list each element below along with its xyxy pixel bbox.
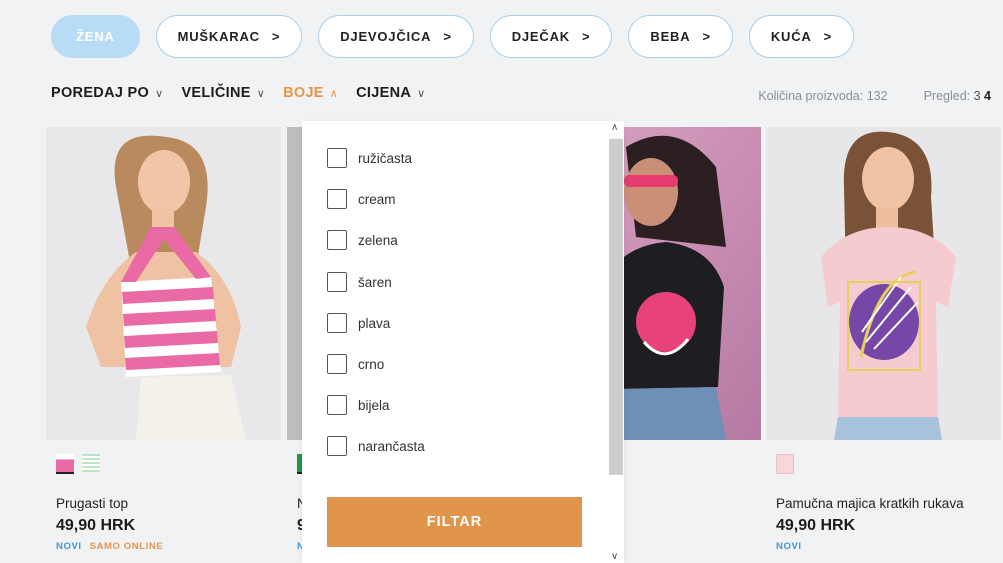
category-nav: ŽENA MUŠKARAC > DJEVOJČICA > DJEČAK > BEBA >… [51,15,855,58]
product-name[interactable]: Pamučna majica kratkih rukava [776,496,1001,511]
chevron-down-icon: ∨ [256,87,266,100]
category-pill-muskarac[interactable]: MUŠKARAC > [155,15,303,58]
filter-bar: POREDAJ PO ∨ VELIČINE ∨ BOJE ∧ CIJENA ∨ [51,85,425,101]
color-option-pink[interactable]: ružičasta [327,148,412,168]
category-pill-djevojcica[interactable]: DJEVOJČICA > [318,15,474,58]
chevron-right-icon: > [702,29,711,44]
scroll-down-icon[interactable]: ∨ [611,551,618,562]
color-option-orange[interactable]: narančasta [327,436,425,456]
size-dropdown[interactable]: VELIČINE ∨ [181,85,265,101]
checkbox[interactable] [327,395,347,415]
price-dropdown[interactable]: CIJENA ∨ [356,85,425,101]
chevron-down-icon: ∨ [417,87,426,100]
color-option-green[interactable]: zelena [327,230,398,250]
product-count: Količina proizvoda: 132 [758,89,888,103]
product-price: 49,90 HRK [56,517,136,534]
color-option-multicolor[interactable]: šaren [327,272,392,292]
product-image[interactable] [46,127,281,440]
chevron-up-icon: ∧ [329,87,339,100]
checkbox[interactable] [327,230,347,250]
color-swatches [776,454,1001,476]
view-4-columns[interactable]: 4 [984,89,991,103]
model-photo-striped-top [46,127,281,440]
product-price: 49,90 HRK [776,517,856,534]
category-pill-zena[interactable]: ŽENA [51,15,140,58]
color-option-white[interactable]: bijela [327,395,390,415]
category-pill-kuca[interactable]: KUĆA > [748,15,855,58]
sort-dropdown[interactable]: POREDAJ PO ∨ [51,85,163,101]
color-option-blue[interactable]: plava [327,313,390,333]
color-swatches [56,454,281,476]
swatch-pink[interactable] [776,454,794,474]
checkbox[interactable] [327,148,347,168]
product-tags: NOVI [776,541,1001,552]
chevron-right-icon: > [443,29,452,44]
product-tags: NOVI SAMO ONLINE [56,541,281,552]
checkbox[interactable] [327,436,347,456]
view-switcher: Pregled: 3 4 [923,89,991,103]
apply-filter-button[interactable]: FILTAR [327,497,582,547]
chevron-right-icon: > [823,29,833,44]
checkbox[interactable] [327,189,347,209]
colors-filter-dropdown: ružičasta cream zelena šaren plava crno … [302,121,624,563]
color-option-black[interactable]: crno [327,354,384,374]
swatch-green[interactable] [82,454,100,472]
chevron-down-icon: ∨ [155,87,164,100]
scroll-up-icon[interactable]: ∧ [611,122,618,133]
category-pill-djecak[interactable]: DJEČAK > [489,15,613,58]
swatch-pink[interactable] [56,454,74,474]
category-pill-beba[interactable]: BEBA > [628,15,733,58]
tag-online-only: SAMO ONLINE [89,541,164,552]
tag-new: NOVI [776,541,802,552]
listing-meta: Količina proizvoda: 132 Pregled: 3 4 [758,89,991,103]
view-3-columns[interactable]: 3 [974,89,981,103]
colors-dropdown[interactable]: BOJE ∧ [283,85,338,101]
chevron-right-icon: > [581,29,591,44]
checkbox[interactable] [327,272,347,292]
chevron-right-icon: > [271,29,281,44]
product-name[interactable]: Prugasti top [56,496,281,511]
dropdown-scrollbar[interactable]: ∧ ∨ [608,121,624,563]
product-image[interactable] [766,127,1001,440]
scrollbar-thumb[interactable] [609,139,623,475]
model-photo-pink-tee [766,127,1001,440]
checkbox[interactable] [327,313,347,333]
tag-new: NOVI [56,541,82,552]
checkbox[interactable] [327,354,347,374]
product-card[interactable]: Prugasti top 49,90 HRK NOVI SAMO ONLINE [46,127,281,552]
color-option-cream[interactable]: cream [327,189,396,209]
product-card[interactable]: Pamučna majica kratkih rukava 49,90 HRK … [766,127,1001,552]
